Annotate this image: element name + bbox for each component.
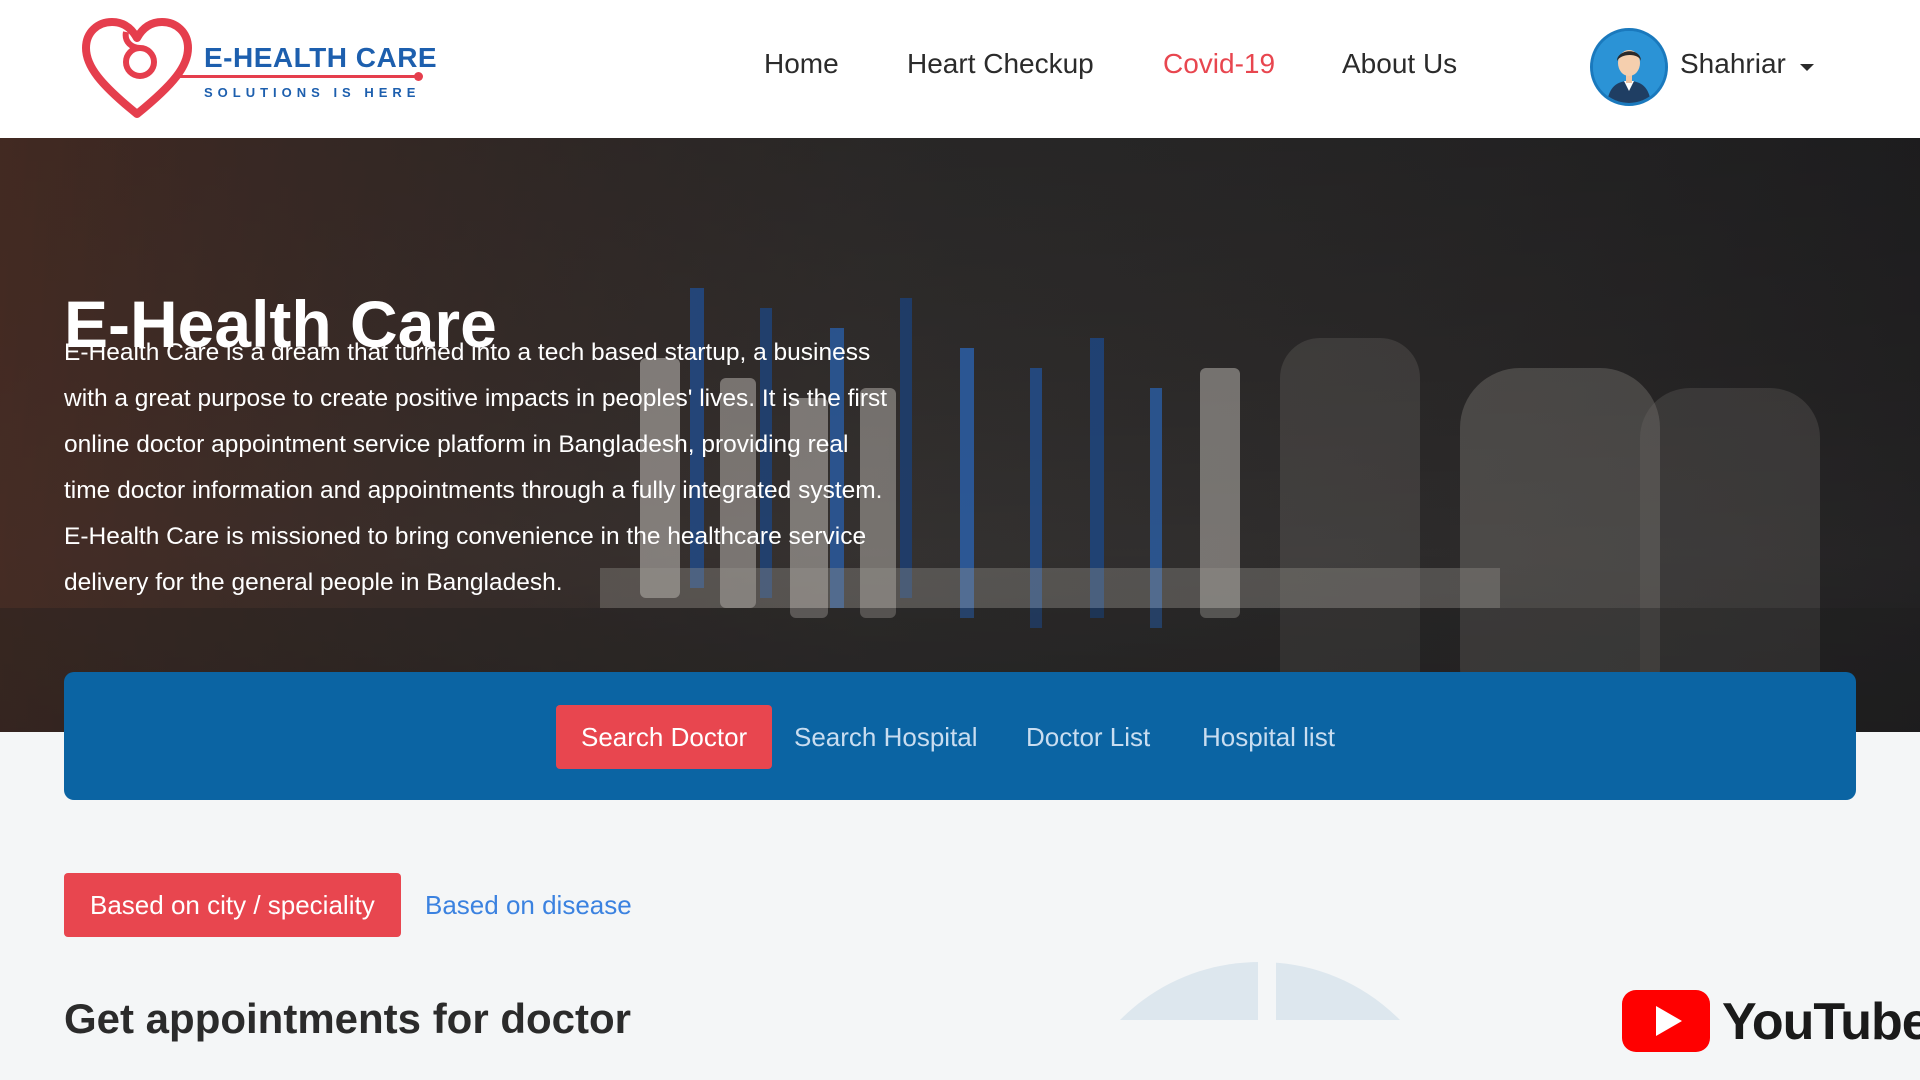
brand-name: E-HEALTH CARE	[204, 42, 438, 73]
nav-heart-checkup[interactable]: Heart Checkup	[907, 48, 1094, 80]
hero-description: E-Health Care is a dream that turned int…	[64, 330, 964, 606]
brand-underline-dot	[414, 72, 423, 81]
user-avatar-icon	[1593, 31, 1665, 103]
heart-logo-icon	[82, 18, 192, 118]
play-icon	[1622, 990, 1710, 1052]
avatar	[1590, 28, 1668, 106]
hero-description-line: E-Health Care is a dream that turned int…	[64, 339, 871, 366]
chevron-down-icon	[1800, 64, 1814, 71]
filter-disease-link[interactable]: Based on disease	[425, 873, 632, 937]
tab-search-doctor[interactable]: Search Doctor	[556, 705, 773, 769]
hero-description-line: delivery for the general people in Bangl…	[64, 569, 563, 596]
section-title: Get appointments for doctor	[64, 994, 631, 1042]
filter-city-speciality-button[interactable]: Based on city / speciality	[64, 873, 401, 937]
youtube-watermark[interactable]: YouTube	[1622, 988, 1920, 1058]
brand-underline	[180, 75, 418, 78]
youtube-label: YouTube	[1722, 993, 1920, 1051]
user-name: Shahriar	[1680, 48, 1786, 79]
nav-about-us[interactable]: About Us	[1342, 48, 1457, 80]
hero-description-line: time doctor information and appointments…	[64, 477, 883, 504]
brand-tagline: SOLUTIONS IS HERE	[204, 85, 421, 100]
hero-description-line: with a great purpose to create positive …	[64, 385, 888, 412]
logo[interactable]: E-HEALTH CARE SOLUTIONS IS HERE	[80, 18, 450, 122]
nav-home[interactable]: Home	[764, 48, 839, 80]
hero-banner: E-Health Care E-Health Care is a dream t…	[0, 138, 1920, 732]
tab-doctor-list[interactable]: Doctor List	[1026, 705, 1150, 769]
tab-hospital-list[interactable]: Hospital list	[1202, 705, 1335, 769]
hero-description-line: E-Health Care is missioned to bring conv…	[64, 523, 867, 550]
search-tabs-bar: Search Doctor Search Hospital Doctor Lis…	[64, 672, 1856, 800]
hero-description-line: online doctor appointment service platfo…	[64, 431, 849, 458]
user-menu[interactable]: Shahriar	[1590, 28, 1830, 108]
decorative-arc	[1120, 960, 1400, 1020]
nav-covid-19[interactable]: Covid-19	[1163, 48, 1275, 80]
tab-search-hospital[interactable]: Search Hospital	[794, 705, 978, 769]
site-header: E-HEALTH CARE SOLUTIONS IS HERE Home Hea…	[0, 0, 1920, 138]
